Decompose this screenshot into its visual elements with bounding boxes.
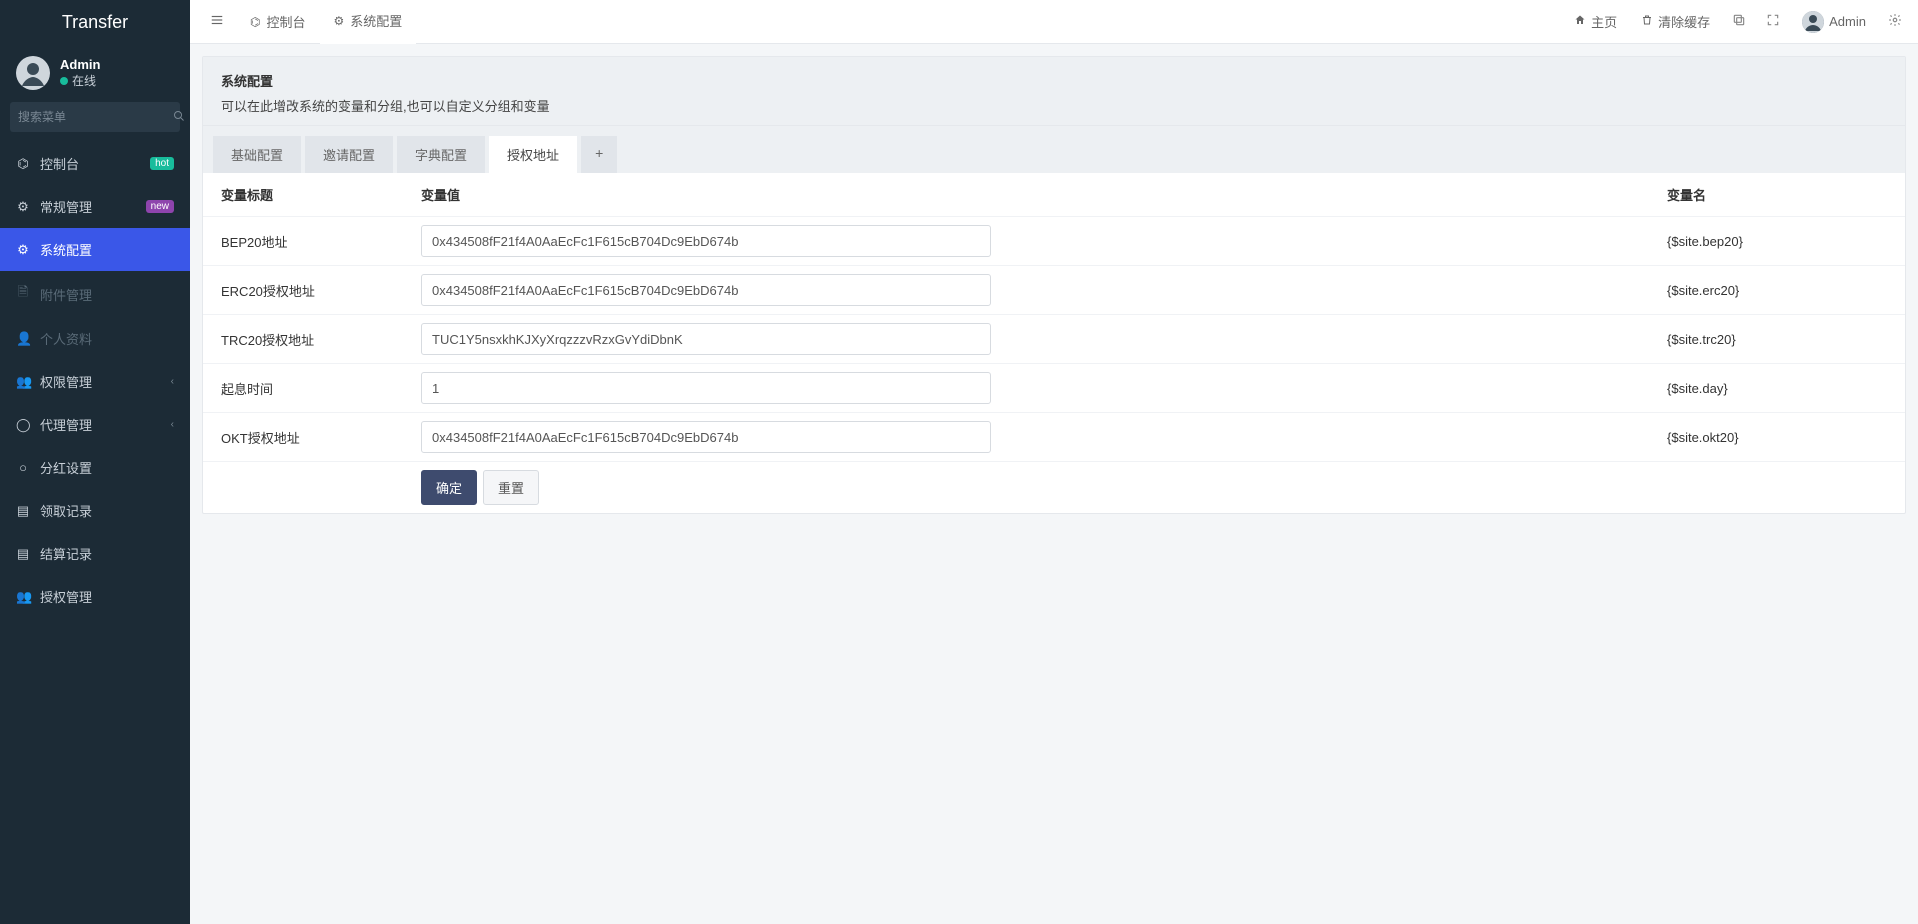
config-tab-3[interactable]: 授权地址 — [489, 136, 577, 173]
table-row: TRC20授权地址 {$site.trc20} — [203, 315, 1905, 364]
settings-icon[interactable] — [1880, 7, 1910, 36]
user-name: Admin — [60, 57, 100, 74]
sidebar-icon: ▤ — [16, 503, 30, 519]
sidebar-item-8[interactable]: ▤ 领取记录 — [0, 489, 190, 532]
trash-icon — [1641, 14, 1653, 29]
row-var-name: {$site.okt20} — [1667, 430, 1887, 445]
sidebar-item-label: 代理管理 — [40, 415, 161, 434]
sidebar-item-6[interactable]: ◯ 代理管理 ‹ — [0, 403, 190, 446]
user-status: 在线 — [60, 74, 100, 90]
config-tab-0[interactable]: 基础配置 — [213, 136, 301, 173]
avatar[interactable] — [16, 56, 50, 90]
tab-icon: ⌬ — [250, 15, 260, 29]
tab-label: 控制台 — [266, 12, 305, 31]
row-value-input[interactable] — [421, 421, 991, 453]
top-tab-0[interactable]: ⌬ 控制台 — [236, 0, 320, 44]
row-value-input[interactable] — [421, 225, 991, 257]
sidebar-item-label: 控制台 — [40, 154, 140, 173]
table-header: 变量标题 变量值 变量名 — [203, 173, 1905, 217]
row-value-input[interactable] — [421, 372, 991, 404]
row-var-name: {$site.day} — [1667, 381, 1887, 396]
sidebar-icon: ⌬ — [16, 156, 30, 172]
config-tab-1[interactable]: 邀请配置 — [305, 136, 393, 173]
row-title: 起息时间 — [221, 379, 421, 398]
row-var-name: {$site.trc20} — [1667, 332, 1887, 347]
sidebar-item-label: 结算记录 — [40, 544, 174, 563]
sidebar-icon: 🗎 — [16, 283, 30, 305]
table-row: ERC20授权地址 {$site.erc20} — [203, 266, 1905, 315]
row-var-name: {$site.bep20} — [1667, 234, 1887, 249]
search-icon[interactable] — [173, 110, 185, 125]
sidebar-item-1[interactable]: ⚙ 常规管理 new — [0, 185, 190, 228]
status-dot-icon — [60, 77, 68, 85]
sidebar-icon: ▤ — [16, 546, 30, 562]
row-title: OKT授权地址 — [221, 428, 421, 447]
sidebar-item-3[interactable]: 🗎 附件管理 — [0, 271, 190, 317]
sidebar-icon: ⚙ — [16, 199, 30, 215]
avatar-small — [1802, 11, 1824, 33]
sidebar-item-label: 附件管理 — [40, 285, 174, 304]
sidebar-item-10[interactable]: 👥 授权管理 — [0, 575, 190, 618]
row-title: BEP20地址 — [221, 232, 421, 251]
sidebar-icon: ○ — [16, 460, 30, 475]
chevron-left-icon: ‹ — [171, 376, 174, 387]
nav: ⌬ 控制台 hot ⚙ 常规管理 new ⚙ 系统配置 🗎 附件管理 👤 个人资料 👥 权限管理 ‹ ◯ 代理管… — [0, 142, 190, 618]
top-tab-1[interactable]: ⚙ 系统配置 — [320, 0, 417, 44]
sidebar-badge: hot — [150, 157, 174, 170]
config-panel: 系统配置 可以在此增改系统的变量和分组,也可以自定义分组和变量 基础配置邀请配置… — [202, 56, 1906, 514]
copy-icon[interactable] — [1724, 7, 1754, 36]
sidebar-item-9[interactable]: ▤ 结算记录 — [0, 532, 190, 575]
topbar: ⌬ 控制台 ⚙ 系统配置 主页 清除缓存 — [190, 0, 1918, 44]
confirm-button[interactable]: 确定 — [421, 470, 477, 505]
sidebar-badge: new — [146, 200, 174, 213]
sidebar-icon: 👥 — [16, 374, 30, 390]
panel-subtitle: 可以在此增改系统的变量和分组,也可以自定义分组和变量 — [221, 96, 1887, 115]
tab-label: 系统配置 — [350, 11, 402, 30]
add-tab-button[interactable]: + — [581, 136, 617, 173]
sidebar-item-7[interactable]: ○ 分红设置 — [0, 446, 190, 489]
user-panel: Admin 在线 — [0, 44, 190, 102]
sidebar-icon: 👤 — [16, 331, 30, 347]
config-tab-2[interactable]: 字典配置 — [397, 136, 485, 173]
sidebar-item-label: 分红设置 — [40, 458, 174, 477]
col-header-value: 变量值 — [421, 185, 1011, 204]
table-row: BEP20地址 {$site.bep20} — [203, 217, 1905, 266]
chevron-left-icon: ‹ — [171, 419, 174, 430]
topbar-user[interactable]: Admin — [1792, 5, 1876, 39]
sidebar-item-label: 权限管理 — [40, 372, 161, 391]
brand-title: Transfer — [0, 0, 190, 44]
sidebar-item-label: 个人资料 — [40, 329, 174, 348]
sidebar-item-label: 授权管理 — [40, 587, 174, 606]
row-value-input[interactable] — [421, 274, 991, 306]
panel-title: 系统配置 — [221, 71, 1887, 90]
search-input-wrap[interactable] — [10, 102, 180, 132]
sidebar-icon: 👥 — [16, 589, 30, 605]
tab-icon: ⚙ — [334, 14, 345, 28]
hamburger-icon[interactable] — [202, 7, 232, 36]
col-header-name: 变量名 — [1667, 185, 1887, 204]
sidebar-icon: ⚙ — [16, 242, 30, 258]
row-var-name: {$site.erc20} — [1667, 283, 1887, 298]
row-value-input[interactable] — [421, 323, 991, 355]
table-row: OKT授权地址 {$site.okt20} — [203, 413, 1905, 462]
sidebar-item-label: 常规管理 — [40, 197, 136, 216]
sidebar-item-4[interactable]: 👤 个人资料 — [0, 317, 190, 360]
row-title: ERC20授权地址 — [221, 281, 421, 300]
row-title: TRC20授权地址 — [221, 330, 421, 349]
sidebar: Transfer Admin 在线 ⌬ 控制台 hot ⚙ 常规管理 new ⚙ 系统配置 🗎 附… — [0, 0, 190, 924]
sidebar-item-2[interactable]: ⚙ 系统配置 — [0, 228, 190, 271]
sidebar-icon: ◯ — [16, 417, 30, 433]
sidebar-item-0[interactable]: ⌬ 控制台 hot — [0, 142, 190, 185]
table-row: 起息时间 {$site.day} — [203, 364, 1905, 413]
sidebar-item-label: 领取记录 — [40, 501, 174, 520]
search-input[interactable] — [18, 110, 173, 124]
sidebar-item-5[interactable]: 👥 权限管理 ‹ — [0, 360, 190, 403]
home-link[interactable]: 主页 — [1564, 6, 1627, 37]
reset-button[interactable]: 重置 — [483, 470, 539, 505]
clear-cache-link[interactable]: 清除缓存 — [1631, 6, 1720, 37]
sidebar-item-label: 系统配置 — [40, 240, 174, 259]
home-icon — [1574, 14, 1586, 29]
fullscreen-icon[interactable] — [1758, 7, 1788, 36]
col-header-title: 变量标题 — [221, 185, 421, 204]
